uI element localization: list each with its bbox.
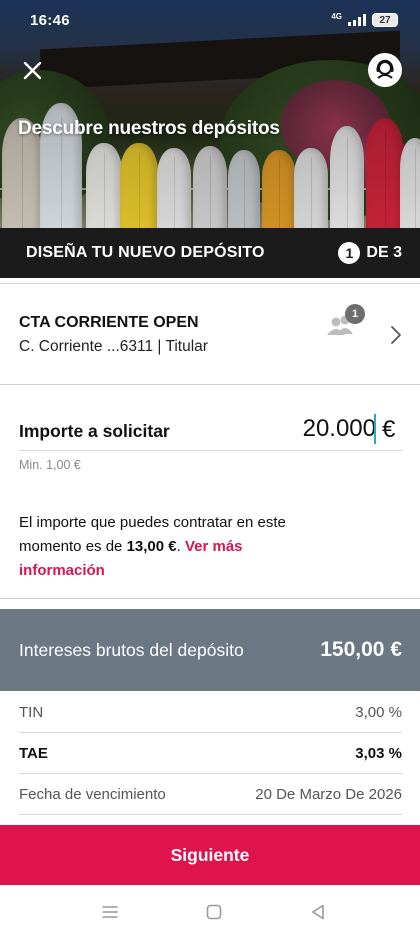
divider [0, 283, 420, 284]
nav-back-button[interactable] [306, 900, 330, 924]
nav-home-button[interactable] [202, 900, 226, 924]
battery-icon: 27 [372, 13, 398, 27]
account-selector[interactable]: CTA CORRIENTE OPEN C. Corriente ...6311 … [0, 288, 420, 384]
step-indicator: 1 DE 3 [338, 242, 402, 264]
step-current: 1 [338, 242, 361, 264]
detail-row-tin: TIN 3,00 % [19, 692, 402, 733]
divider [0, 384, 420, 385]
status-time: 16:46 [30, 11, 70, 29]
available-amount: 13,00 € [126, 538, 177, 555]
page-title: Descubre nuestros depósitos [18, 118, 280, 139]
close-icon [23, 61, 42, 80]
battery-level: 27 [379, 14, 391, 26]
step-header: DISEÑA TU NUEVO DEPÓSITO 1 DE 3 [0, 228, 420, 278]
amount-underline [19, 450, 402, 451]
step-total: DE 3 [366, 244, 402, 261]
account-name: CTA CORRIENTE OPEN [19, 314, 199, 331]
min-amount-hint: Min. 1,00 € [19, 458, 81, 472]
signal-icon [348, 14, 366, 26]
available-amount-info: El importe que puedes contratar en este … [19, 511, 319, 583]
network-type: 4G [331, 12, 342, 21]
close-button[interactable] [20, 58, 46, 84]
status-icons: 4G 27 [331, 13, 398, 27]
row-value: 3,00 % [355, 703, 402, 721]
interest-summary: Intereses brutos del depósito 150,00 € [0, 609, 420, 691]
row-label: Fecha de vencimiento [19, 785, 166, 803]
account-detail: C. Corriente ...6311 | Titular [19, 338, 208, 355]
status-bar: 16:46 4G 27 [0, 0, 420, 40]
amount-label: Importe a solicitar [19, 421, 170, 441]
assistant-avatar-icon [376, 59, 394, 79]
row-value: 3,03 % [355, 744, 402, 762]
holders-count-badge: 1 [345, 304, 365, 324]
chevron-right-icon[interactable] [390, 325, 402, 345]
system-nav-bar [0, 888, 420, 936]
row-label: TIN [19, 703, 44, 721]
detail-row-maturity: Fecha de vencimiento 20 De Marzo De 2026 [19, 774, 402, 815]
assistant-button[interactable] [368, 53, 402, 87]
menu-icon [102, 906, 118, 918]
nav-menu-button[interactable] [98, 900, 122, 924]
amount-input[interactable] [240, 413, 376, 445]
interest-value: 150,00 € [320, 638, 402, 661]
detail-row-tae: TAE 3,03 % [19, 733, 402, 774]
row-value: 20 De Marzo De 2026 [255, 785, 402, 803]
divider [0, 598, 420, 599]
info-text-end: . [176, 538, 185, 555]
row-label: TAE [19, 744, 48, 762]
next-button[interactable]: Siguiente [0, 825, 420, 885]
interest-label: Intereses brutos del depósito [19, 639, 244, 660]
home-square-icon [206, 904, 222, 920]
back-triangle-icon [312, 904, 324, 920]
text-caret [374, 414, 376, 444]
amount-currency: € [382, 416, 396, 443]
step-title: DISEÑA TU NUEVO DEPÓSITO [26, 244, 265, 261]
